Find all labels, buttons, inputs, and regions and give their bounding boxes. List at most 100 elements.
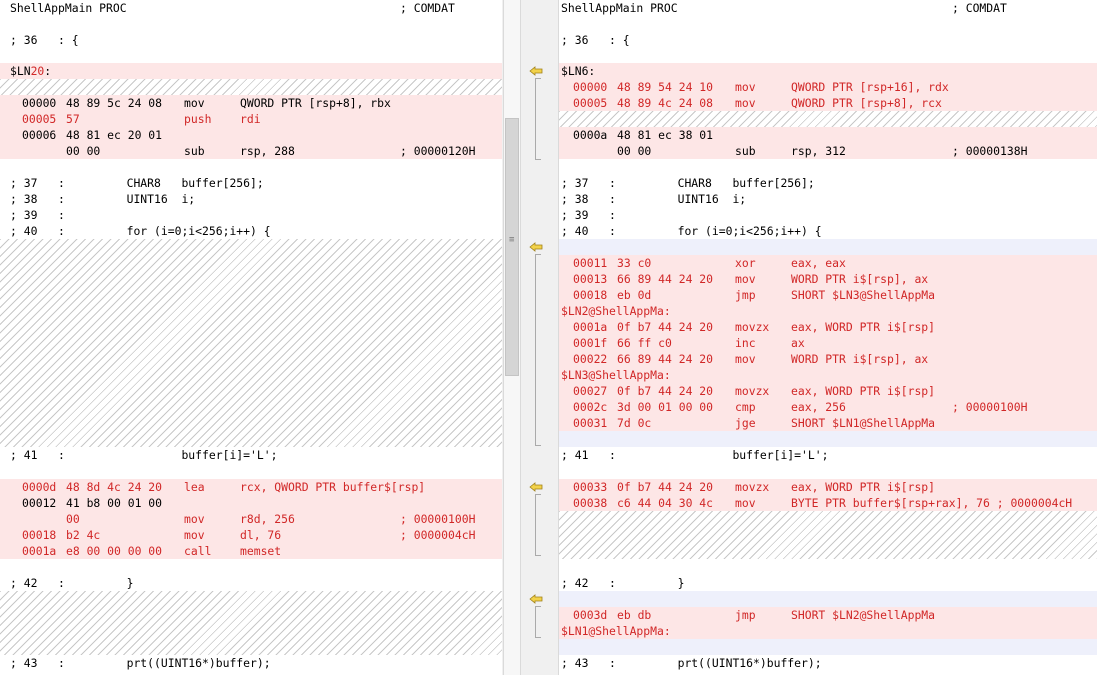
asm-opcode: mov [184,512,205,526]
asm-opcode: mov [184,528,205,542]
label-line: $LN20: [0,63,502,79]
asm-label: $LN3@ShellAppMa: [559,367,1097,383]
asm-operands: eax, eax [791,256,846,270]
asm-address: 00033 [573,480,608,494]
source-line-43: ; 43 : prt((UINT16*)buffer); [561,656,822,670]
asm-address: 00013 [573,272,608,286]
source-line: ; 38 : UINT16 i; [0,191,502,207]
source-line-41: ; 41 : buffer[i]='L'; [10,448,278,462]
scrollbar-grip-icon: ≡ [509,235,515,245]
asm-row: 0000d 48 8d 4c 24 20 lea rcx, QWORD PTR buf… [0,479,502,495]
asm-opcode: inc [735,336,756,350]
right-diff-pane[interactable]: ShellAppMain PROC ; COMDAT ; 36 : { $LN6… [559,0,1097,675]
vertical-scrollbar[interactable]: ≡ [504,0,520,675]
diff-arrow-icon[interactable] [529,594,543,604]
asm-address: 00000 [22,96,57,110]
asm-operands: eax, WORD PTR i$[rsp] [791,384,936,398]
asm-bytes: 48 89 4c 24 08 [617,96,714,110]
diff-arrow-icon[interactable] [529,482,543,492]
asm-comment: ; 00000100H [400,512,476,526]
asm-bytes: 57 [66,112,80,126]
asm-bytes: e8 00 00 00 00 [66,544,163,558]
left-diff-pane[interactable]: ShellAppMain PROC ; COMDAT ; 36 : { $LN2… [0,0,502,675]
divider [520,0,521,675]
asm-opcode: mov [735,352,756,366]
asm-row: 00 mov r8d, 256 ; 00000100H [0,511,502,527]
change-bracket [535,494,541,556]
asm-bytes: 0f b7 44 24 20 [617,480,714,494]
diff-arrow-icon[interactable] [529,242,543,252]
asm-address: 00027 [573,384,608,398]
asm-bytes: c6 44 04 30 4c [617,496,714,510]
asm-bytes: 3d 00 01 00 00 [617,400,714,414]
asm-opcode: mov [735,496,756,510]
asm-opcode: call [184,544,212,558]
source-line-42: ; 42 : } [561,576,685,590]
asm-address: 0001a [573,320,608,334]
asm-row: 0001a 0f b7 44 24 20 movzx eax, WORD PTR i$… [559,319,1097,335]
hatch-gap [0,79,502,95]
asm-opcode: movzx [735,320,770,334]
asm-opcode: cmp [735,400,756,414]
asm-label-text: $LN3@ShellAppMa: [561,368,671,382]
asm-bytes: 00 00 [66,144,101,158]
source-text: ; 40 : for (i=0;i<256;i++) { [561,224,822,238]
source-text: ; 37 : CHAR8 buffer[256]; [10,176,264,190]
asm-row: 00005 57 push rdi [0,111,502,127]
proc-header: ShellAppMain PROC ; COMDAT [0,0,502,16]
asm-operands: memset [240,544,282,558]
context-band [559,431,1097,447]
asm-opcode: push [184,112,212,126]
asm-address: 0003d [573,608,608,622]
source-text: ; 39 : [10,208,65,222]
asm-opcode: sub [184,144,205,158]
asm-operands: r8d, 256 [240,512,295,526]
asm-operands: QWORD PTR [rsp+16], rdx [791,80,949,94]
asm-comment: ; 00000138H [952,144,1028,158]
source-line: ; 40 : for (i=0;i<256;i++) { [0,223,502,239]
asm-opcode: mov [735,96,756,110]
proc-header: ShellAppMain PROC ; COMDAT [559,0,1097,16]
asm-row: 00033 0f b7 44 24 20 movzx eax, WORD PTR i$… [559,479,1097,495]
source-line: ; 39 : [0,207,502,223]
hatch-gap [559,111,1097,127]
asm-row: 00000 48 89 54 24 10 mov QWORD PTR [rsp+16]… [559,79,1097,95]
asm-operands: dl, 76 [240,528,282,542]
asm-row: 00031 7d 0c jge SHORT $LN1@ShellAppMa [559,415,1097,431]
asm-row: 00 00 sub rsp, 288 ; 00000120H [0,143,502,159]
asm-row: 00011 33 c0 xor eax, eax [559,255,1097,271]
label-prefix: $LN [10,64,31,78]
asm-bytes: 66 89 44 24 20 [617,352,714,366]
asm-operands: rcx, QWORD PTR buffer$[rsp] [240,480,426,494]
asm-address: 00005 [22,112,57,126]
asm-row: 00006 48 81 ec 20 01 [0,127,502,143]
asm-bytes: b2 4c [66,528,101,542]
source-text: ; 38 : UINT16 i; [561,192,747,206]
hatch-gap [0,591,502,655]
asm-opcode: mov [735,272,756,286]
source-line-43: ; 43 : prt((UINT16*)buffer); [10,656,271,670]
asm-address: 0000a [573,128,608,142]
context-band [559,239,1097,255]
asm-operands: eax, 256 [791,400,846,414]
asm-bytes: 0f b7 44 24 20 [617,320,714,334]
asm-row: 00018 eb 0d jmp SHORT $LN3@ShellAppMa [559,287,1097,303]
change-bracket [535,78,541,160]
source-line: ; 38 : UINT16 i; [559,191,1097,207]
asm-bytes: 48 89 5c 24 08 [66,96,163,110]
change-bracket [535,606,541,638]
source-line-42: ; 42 : } [10,576,134,590]
asm-address: 00038 [573,496,608,510]
asm-operands: WORD PTR i$[rsp], ax [791,352,929,366]
asm-comment: ; 00000100H [952,400,1028,414]
asm-operands: ax [791,336,805,350]
hatch-gap [0,239,502,447]
asm-address: 00005 [573,96,608,110]
asm-row: 0003d eb db jmp SHORT $LN2@ShellAppMa [559,607,1097,623]
context-band [559,639,1097,655]
proc-name: ShellAppMain PROC [561,1,678,15]
asm-bytes: 66 89 44 24 20 [617,272,714,286]
label-number: 20 [30,64,45,78]
asm-opcode: movzx [735,384,770,398]
diff-arrow-icon[interactable] [529,66,543,76]
